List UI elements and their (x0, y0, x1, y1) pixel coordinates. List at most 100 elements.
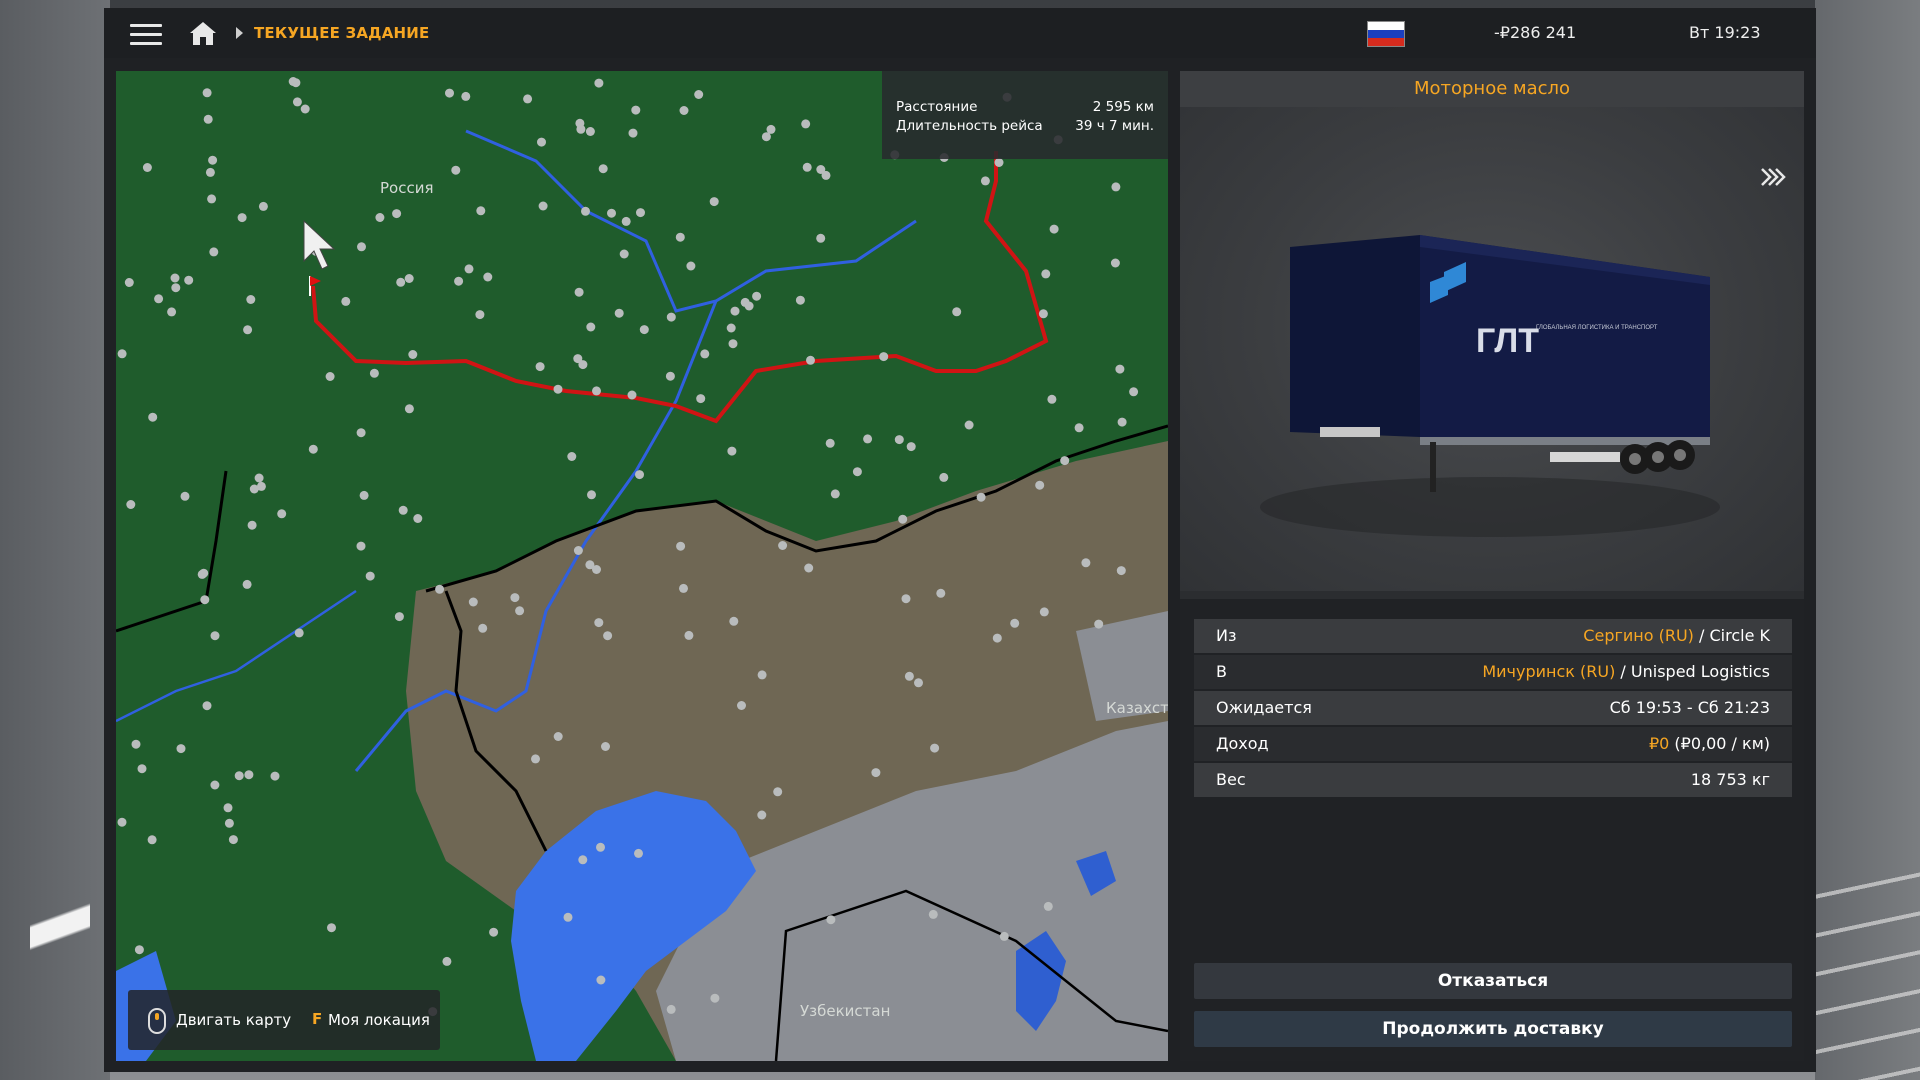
city-marker[interactable] (256, 481, 266, 491)
city-marker[interactable] (627, 390, 637, 400)
city-marker[interactable] (1047, 394, 1057, 404)
city-marker[interactable] (242, 579, 252, 589)
city-marker[interactable] (666, 1004, 676, 1014)
city-marker[interactable] (696, 394, 706, 404)
city-marker[interactable] (228, 835, 238, 845)
city-marker[interactable] (180, 491, 190, 501)
city-marker[interactable] (234, 771, 244, 781)
city-marker[interactable] (976, 492, 986, 502)
city-marker[interactable] (906, 442, 916, 452)
city-marker[interactable] (586, 322, 596, 332)
city-marker[interactable] (601, 742, 610, 751)
city-marker[interactable] (1116, 566, 1126, 576)
city-marker[interactable] (292, 97, 302, 107)
city-marker[interactable] (468, 597, 478, 607)
decline-button[interactable]: Отказаться (1194, 963, 1792, 999)
city-marker[interactable] (573, 354, 583, 364)
city-marker[interactable] (1110, 258, 1120, 268)
city-marker[interactable] (684, 630, 694, 640)
city-marker[interactable] (576, 124, 586, 134)
city-marker[interactable] (804, 563, 814, 573)
city-marker[interactable] (1115, 364, 1125, 374)
city-marker[interactable] (408, 350, 418, 359)
city-marker[interactable] (308, 444, 318, 454)
city-marker[interactable] (294, 628, 304, 638)
city-marker[interactable] (202, 88, 212, 98)
city-marker[interactable] (1074, 423, 1084, 433)
city-marker[interactable] (1010, 618, 1020, 628)
menu-icon[interactable] (130, 20, 162, 46)
city-marker[interactable] (635, 470, 644, 480)
city-marker[interactable] (585, 560, 595, 570)
city-marker[interactable] (825, 438, 835, 448)
city-marker[interactable] (728, 339, 738, 349)
city-marker[interactable] (131, 739, 141, 749)
city-marker[interactable] (830, 489, 840, 499)
city-marker[interactable] (737, 701, 746, 710)
city-marker[interactable] (694, 90, 704, 99)
city-marker[interactable] (596, 975, 606, 985)
city-marker[interactable] (567, 452, 577, 461)
city-marker[interactable] (148, 412, 158, 422)
city-marker[interactable] (254, 473, 264, 483)
city-marker[interactable] (573, 546, 583, 555)
city-marker[interactable] (359, 490, 369, 500)
city-marker[interactable] (587, 490, 596, 500)
city-marker[interactable] (435, 584, 445, 594)
city-marker[interactable] (208, 155, 218, 165)
city-marker[interactable] (901, 594, 911, 604)
city-marker[interactable] (904, 671, 914, 681)
city-marker[interactable] (209, 247, 219, 257)
city-marker[interactable] (207, 194, 217, 204)
city-marker[interactable] (621, 216, 631, 226)
city-marker[interactable] (243, 325, 253, 335)
city-marker[interactable] (224, 818, 234, 828)
city-marker[interactable] (126, 500, 136, 509)
city-marker[interactable] (134, 945, 144, 955)
city-marker[interactable] (1039, 607, 1049, 617)
city-marker[interactable] (596, 842, 605, 852)
city-marker[interactable] (147, 835, 157, 845)
city-marker[interactable] (1111, 182, 1121, 192)
move-map-hint[interactable]: Двигать карту (176, 1011, 291, 1029)
city-marker[interactable] (730, 306, 740, 316)
city-marker[interactable] (258, 201, 268, 211)
city-marker[interactable] (464, 264, 474, 274)
city-marker[interactable] (117, 349, 127, 359)
city-marker[interactable] (475, 310, 485, 320)
city-marker[interactable] (356, 428, 366, 438)
city-marker[interactable] (396, 277, 406, 287)
city-marker[interactable] (761, 132, 771, 142)
city-marker[interactable] (709, 197, 719, 207)
city-marker[interactable] (729, 616, 739, 626)
city-marker[interactable] (510, 593, 520, 603)
city-marker[interactable] (537, 137, 546, 147)
city-marker[interactable] (585, 127, 595, 136)
breadcrumb[interactable]: ТЕКУЩЕЕ ЗАДАНИЕ (254, 24, 430, 42)
city-marker[interactable] (300, 104, 310, 114)
city-marker[interactable] (538, 201, 548, 211)
city-marker[interactable] (203, 114, 213, 124)
city-marker[interactable] (778, 541, 788, 550)
city-marker[interactable] (614, 308, 624, 318)
city-marker[interactable] (727, 446, 737, 456)
city-marker[interactable] (1041, 269, 1051, 279)
city-marker[interactable] (636, 208, 645, 218)
city-marker[interactable] (246, 295, 256, 304)
city-marker[interactable] (210, 780, 220, 790)
city-marker[interactable] (757, 670, 767, 680)
city-marker[interactable] (581, 206, 590, 216)
city-marker[interactable] (476, 206, 486, 216)
city-marker[interactable] (666, 312, 676, 322)
city-marker[interactable] (483, 272, 493, 282)
city-marker[interactable] (802, 162, 812, 172)
city-marker[interactable] (592, 386, 601, 396)
my-location-hint[interactable]: Моя локация (328, 1011, 430, 1029)
city-marker[interactable] (863, 434, 873, 444)
city-marker[interactable] (914, 678, 923, 688)
city-marker[interactable] (686, 261, 696, 271)
city-marker[interactable] (223, 803, 233, 813)
city-marker[interactable] (821, 170, 831, 180)
city-marker[interactable] (154, 294, 164, 304)
city-marker[interactable] (852, 467, 862, 477)
